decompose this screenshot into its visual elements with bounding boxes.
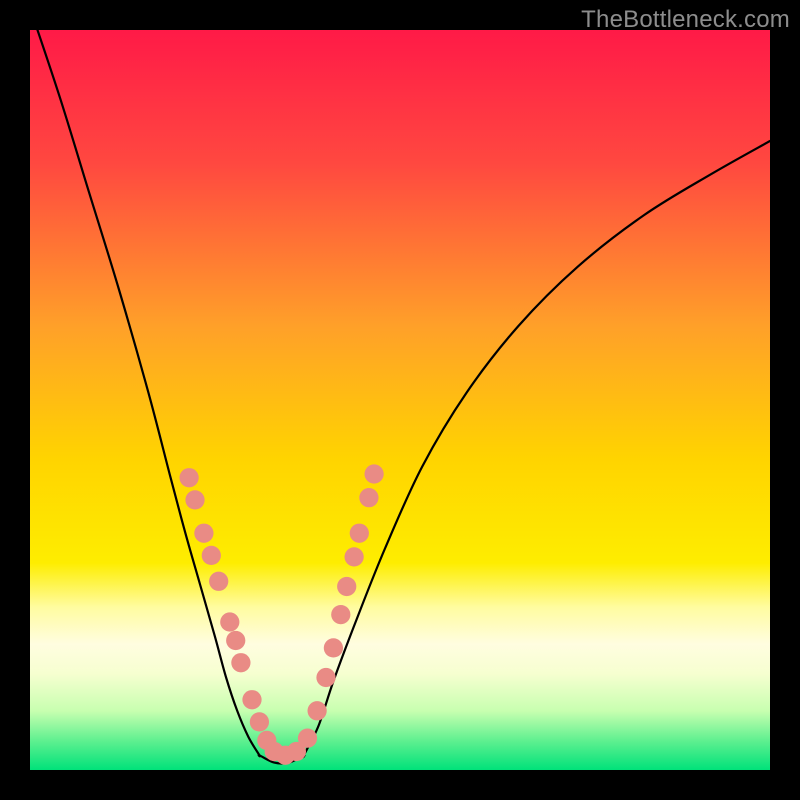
highlight-dot	[179, 468, 198, 487]
highlight-dots-group	[179, 464, 383, 764]
highlight-dot	[331, 605, 350, 624]
curve-layer	[30, 30, 770, 770]
highlight-dot	[194, 524, 213, 543]
chart-frame: TheBottleneck.com	[0, 0, 800, 800]
watermark-text: TheBottleneck.com	[581, 6, 790, 34]
highlight-dot	[316, 668, 335, 687]
highlight-dot	[364, 464, 383, 483]
highlight-dot	[242, 690, 261, 709]
highlight-dot	[359, 488, 378, 507]
highlight-dot	[337, 577, 356, 596]
highlight-dot	[209, 572, 228, 591]
highlight-dot	[202, 546, 221, 565]
highlight-dot	[308, 701, 327, 720]
plot-area	[30, 30, 770, 770]
highlight-dot	[220, 612, 239, 631]
highlight-dot	[185, 490, 204, 509]
highlight-dot	[226, 631, 245, 650]
highlight-dot	[231, 653, 250, 672]
highlight-dot	[298, 729, 317, 748]
highlight-dot	[350, 524, 369, 543]
highlight-dot	[345, 547, 364, 566]
highlight-dot	[250, 712, 269, 731]
bottleneck-curve	[30, 30, 770, 764]
highlight-dot	[324, 638, 343, 657]
